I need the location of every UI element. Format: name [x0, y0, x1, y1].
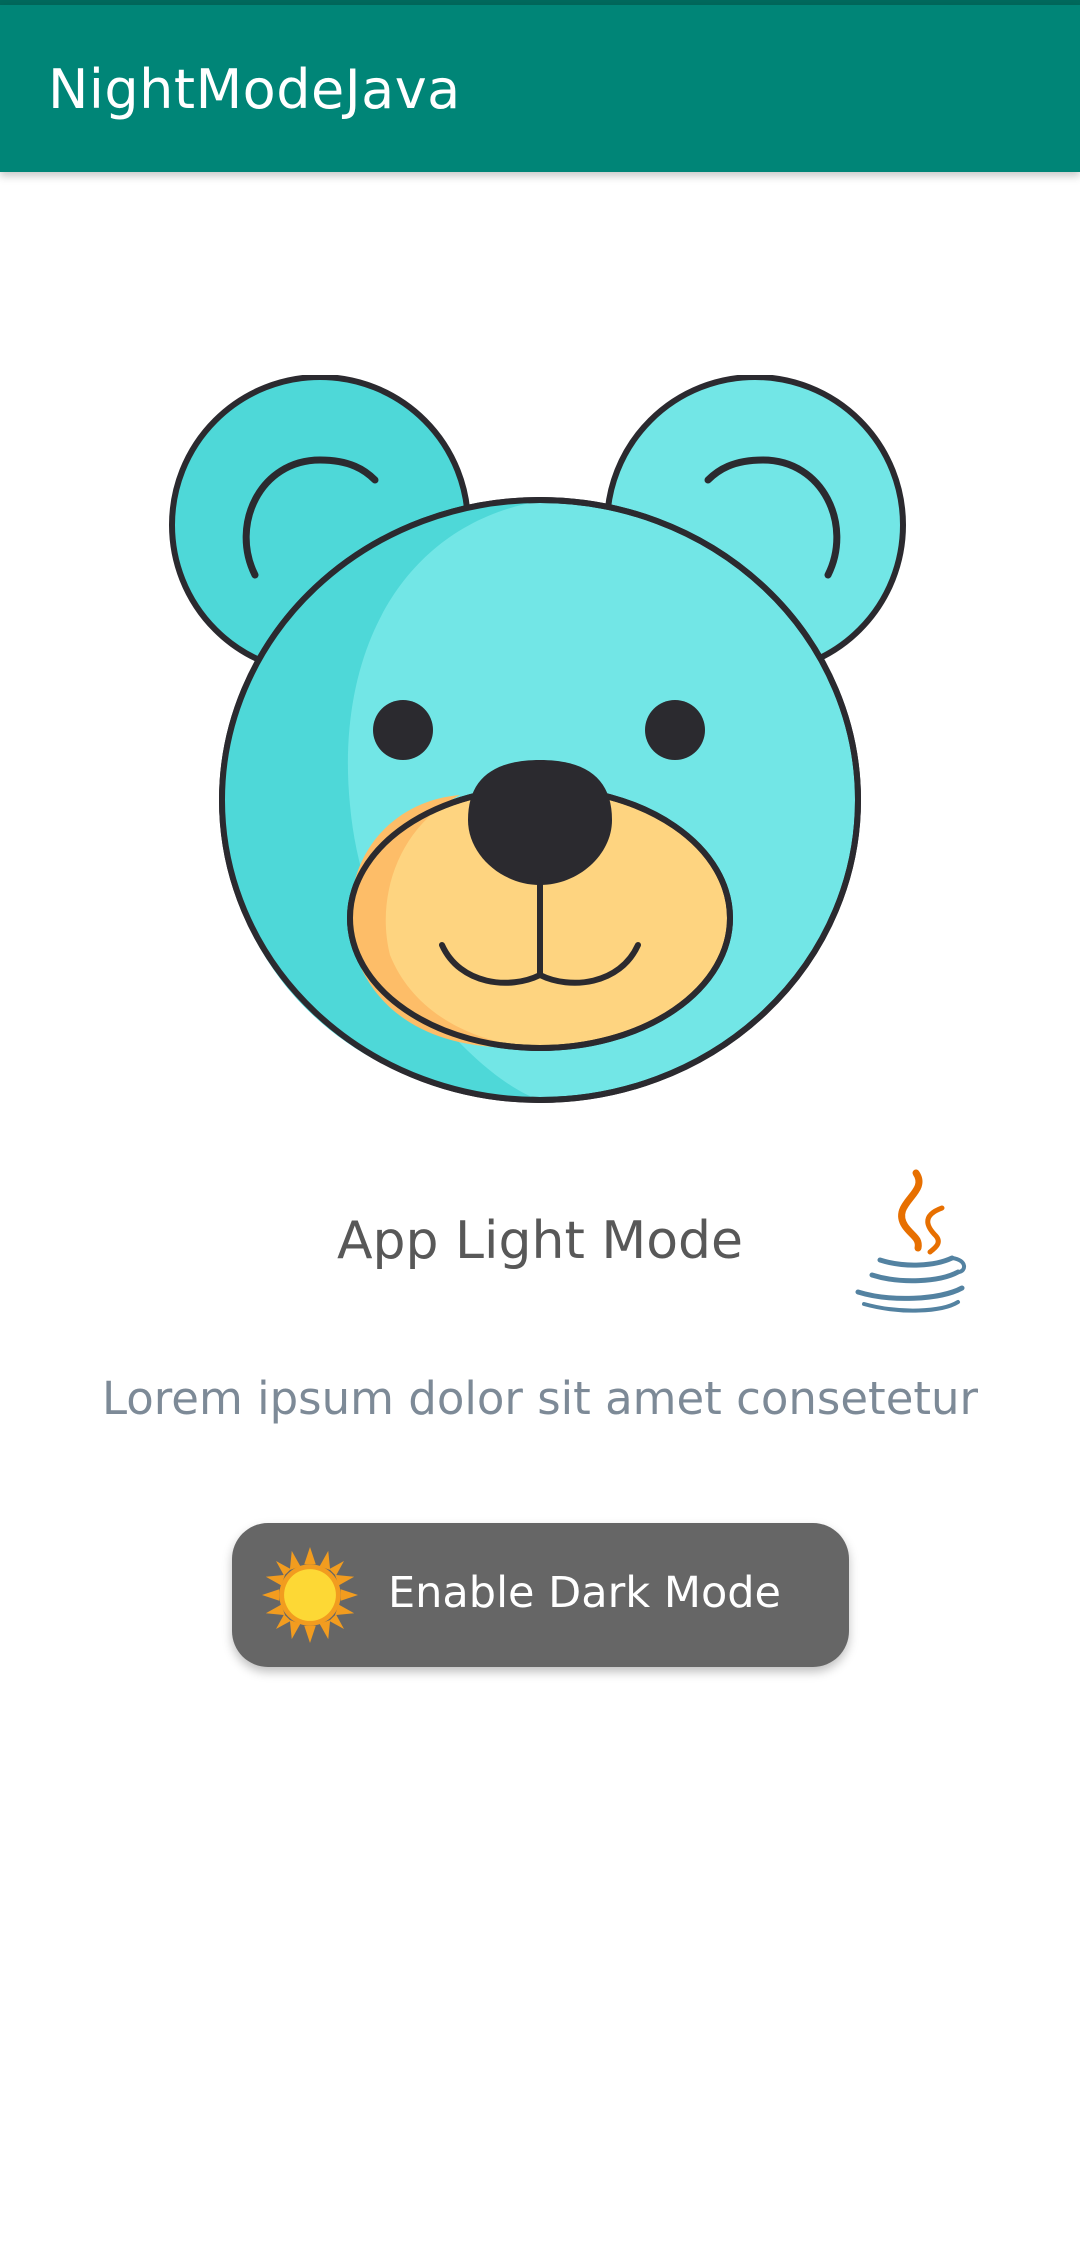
app-bar-title: NightModeJava — [48, 58, 461, 121]
description-text: Lorem ipsum dolor sit amet consetetur — [101, 1372, 979, 1425]
enable-dark-mode-button[interactable]: Enable Dark Mode — [232, 1523, 849, 1667]
java-cup-icon — [855, 1169, 966, 1313]
app-bar: NightModeJava — [0, 5, 1080, 172]
enable-dark-mode-label: Enable Dark Mode — [388, 1568, 782, 1618]
teddy-bear-icon — [169, 375, 906, 1103]
app-screen: NightModeJava App Light Mode Lorem ipsum… — [0, 0, 1080, 2260]
sun-icon — [262, 1547, 358, 1643]
